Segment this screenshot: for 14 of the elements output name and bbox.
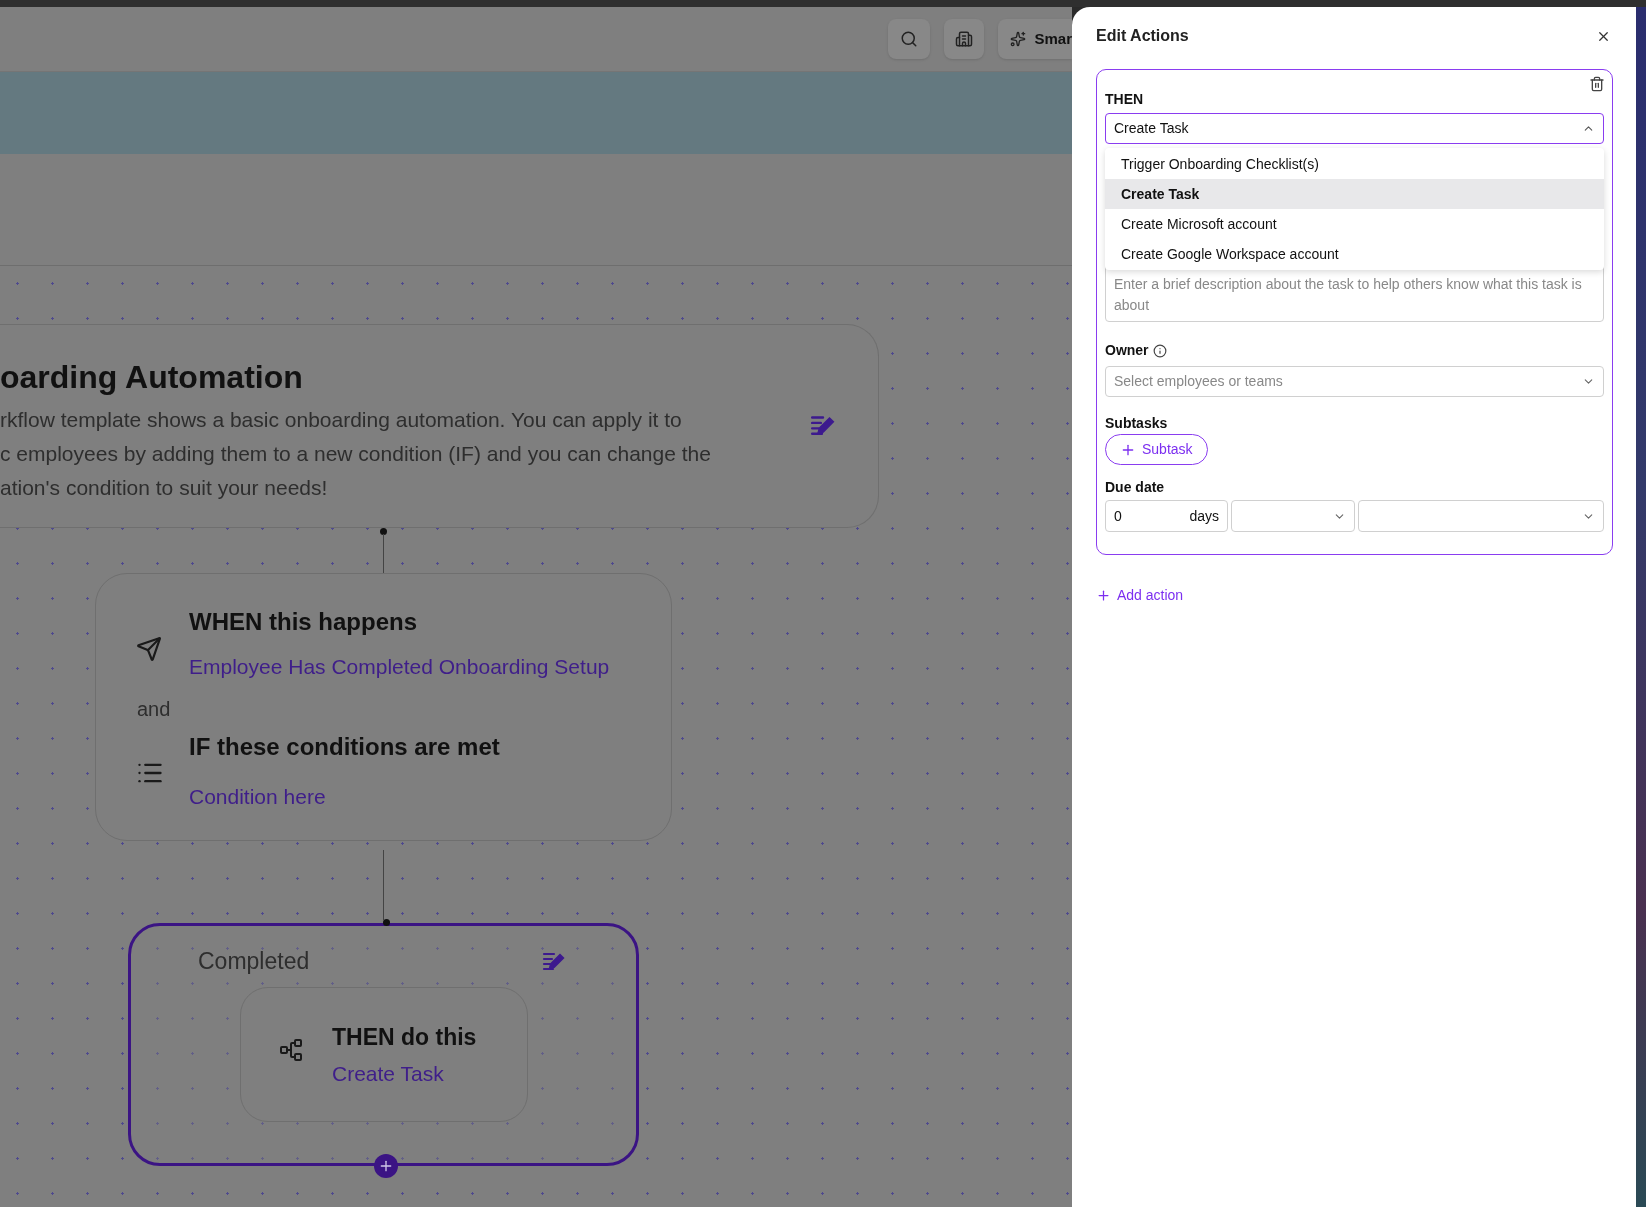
description-line: c employees by adding them to a new condition (IF) and you can change the (0, 441, 711, 467)
owner-label: Owner (1105, 341, 1149, 360)
joiner-text: and (137, 697, 171, 722)
branch-label: Completed (198, 947, 310, 976)
panel-title: Edit Actions (1096, 26, 1189, 46)
due-date-label: Due date (1105, 478, 1166, 497)
action-heading: THEN do this (332, 1023, 477, 1052)
workflow-title: oarding Automation (0, 358, 304, 397)
then-label: THEN (1105, 90, 1145, 109)
if-heading: IF these conditions are met (189, 732, 500, 762)
description-line: ation's condition to suit your needs! (0, 475, 328, 501)
description-line: rkflow template shows a basic onboarding automation. You can apply it to (0, 407, 682, 433)
subtasks-label: Subtasks (1105, 414, 1169, 433)
when-heading: WHEN this happens (189, 607, 417, 637)
